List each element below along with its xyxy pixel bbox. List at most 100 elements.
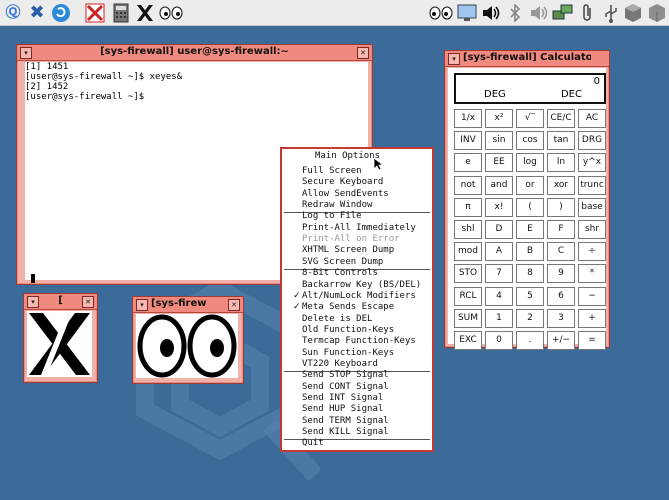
xeyes-tray-icon[interactable] [428, 2, 454, 23]
menu-item-delete-is-del[interactable]: Delete is DEL [302, 314, 372, 324]
q-icon[interactable]: Ⓠ [2, 2, 24, 23]
menu-item-full-screen[interactable]: Full Screen [302, 166, 362, 176]
x-tools-icon[interactable]: ✖ [26, 2, 48, 23]
cube-icon[interactable] [622, 2, 644, 23]
menu-item-termcap-function-keys[interactable]: Termcap Function-Keys [302, 336, 416, 346]
calc-key-9-0[interactable]: SUM [454, 308, 482, 328]
calc-key-0-3[interactable]: CE/C [547, 109, 575, 128]
calc-key-5-0[interactable]: shl [454, 220, 482, 239]
calculator-window[interactable]: ▾ [sys-firewall] Calculato 0 DEG DEC 1/x… [444, 50, 610, 350]
calc-key-10-3[interactable]: +/− [547, 331, 575, 350]
calc-key-0-1[interactable]: x² [485, 109, 513, 128]
menu-item-secure-keyboard[interactable]: Secure Keyboard [302, 177, 383, 187]
menu-item-old-function-keys[interactable]: Old Function-Keys [302, 325, 394, 335]
calc-key-8-2[interactable]: 5 [516, 286, 544, 306]
calc-key-4-2[interactable]: ( [516, 197, 544, 217]
menu-item-send-int-signal[interactable]: Send INT Signal [302, 393, 383, 403]
bluetooth-icon[interactable] [504, 2, 526, 23]
menu-item-backarrow-key-bs-del[interactable]: Backarrow Key (BS/DEL) [302, 280, 421, 290]
calc-key-5-4[interactable]: shr [578, 220, 606, 239]
calc-key-3-0[interactable]: not [454, 175, 482, 195]
menu-item-sun-function-keys[interactable]: Sun Function-Keys [302, 348, 394, 358]
menu-item-quit[interactable]: Quit [302, 438, 324, 448]
calc-key-7-0[interactable]: STO [454, 264, 482, 284]
close-button[interactable]: ✕ [357, 47, 369, 59]
calc-key-6-4[interactable]: ÷ [578, 242, 606, 262]
calc-key-5-3[interactable]: F [547, 220, 575, 239]
calc-key-9-1[interactable]: 1 [485, 308, 513, 328]
calc-key-3-4[interactable]: trunc [578, 175, 606, 195]
calc-key-0-2[interactable]: √‾ [516, 109, 544, 128]
calc-key-9-3[interactable]: 3 [547, 308, 575, 328]
window-menu-button[interactable]: ▾ [448, 53, 460, 65]
window-menu-button[interactable]: ▾ [27, 296, 39, 308]
close-button[interactable]: ✕ [228, 299, 240, 311]
menu-item-vt220-keyboard[interactable]: VT220 Keyboard [302, 359, 378, 369]
xeyes-titlebar[interactable]: ▾ [sys-firew ✕ [133, 297, 243, 313]
calc-key-4-3[interactable]: ) [547, 197, 575, 217]
calc-key-0-0[interactable]: 1/x [454, 109, 482, 128]
refresh-icon[interactable] [50, 2, 72, 23]
calc-key-8-1[interactable]: 4 [485, 286, 513, 306]
calc-key-7-2[interactable]: 8 [516, 264, 544, 284]
menu-item-alt-numlock-modifiers[interactable]: Alt/NumLock Modifiers [302, 291, 416, 301]
network-icon[interactable] [552, 2, 574, 23]
display-icon[interactable] [456, 2, 478, 23]
xlogo-window[interactable]: ▾ [ ✕ [23, 293, 98, 383]
calc-key-8-0[interactable]: RCL [454, 286, 482, 306]
xlogo-icon[interactable] [134, 2, 156, 23]
calc-key-1-2[interactable]: cos [516, 131, 544, 151]
calc-key-9-4[interactable]: + [578, 308, 606, 328]
menu-item-allow-sendevents[interactable]: Allow SendEvents [302, 189, 389, 199]
calc-key-10-2[interactable]: . [516, 331, 544, 350]
calc-key-10-0[interactable]: EXC [454, 331, 482, 350]
calc-key-4-4[interactable]: base [578, 197, 606, 217]
calc-key-6-3[interactable]: C [547, 242, 575, 262]
speaker-icon[interactable] [528, 2, 550, 23]
calc-key-7-4[interactable]: * [578, 264, 606, 284]
calc-key-4-1[interactable]: x! [485, 197, 513, 217]
calc-key-7-1[interactable]: 7 [485, 264, 513, 284]
calc-key-1-4[interactable]: DRG [578, 131, 606, 151]
menu-item-svg-screen-dump[interactable]: SVG Screen Dump [302, 257, 383, 267]
calc-key-2-2[interactable]: log [516, 153, 544, 173]
menu-item-send-hup-signal[interactable]: Send HUP Signal [302, 404, 383, 414]
terminal-titlebar[interactable]: ▾ [sys-firewall] user@sys-firewall:~ ✕ [17, 45, 372, 61]
menu-item-8-bit-controls[interactable]: 8-Bit Controls [302, 268, 378, 278]
calc-key-1-1[interactable]: sin [485, 131, 513, 151]
menu-item-send-cont-signal[interactable]: Send CONT Signal [302, 382, 389, 392]
calc-key-2-0[interactable]: e [454, 153, 482, 173]
xeyes-window[interactable]: ▾ [sys-firew ✕ [132, 296, 244, 384]
calculator-titlebar[interactable]: ▾ [sys-firewall] Calculato [445, 51, 609, 67]
menu-item-send-term-signal[interactable]: Send TERM Signal [302, 416, 389, 426]
calc-key-6-2[interactable]: B [516, 242, 544, 262]
calc-key-4-0[interactable]: π [454, 197, 482, 217]
calc-key-5-2[interactable]: E [516, 220, 544, 239]
paperclip-icon[interactable] [576, 2, 598, 23]
calc-key-2-3[interactable]: ln [547, 153, 575, 173]
calc-key-8-4[interactable]: − [578, 286, 606, 306]
calc-key-3-1[interactable]: and [485, 175, 513, 195]
menu-item-print-all-immediately[interactable]: Print-All Immediately [302, 223, 416, 233]
menu-item-log-to-file[interactable]: Log to File [302, 211, 362, 221]
calculator-icon[interactable] [110, 2, 132, 23]
xlogo-titlebar[interactable]: ▾ [ ✕ [24, 294, 97, 310]
calc-key-5-1[interactable]: D [485, 220, 513, 239]
close-button[interactable]: ✕ [82, 296, 94, 308]
window-menu-button[interactable]: ▾ [136, 299, 148, 311]
window-menu-button[interactable]: ▾ [20, 47, 32, 59]
calc-key-0-4[interactable]: AC [578, 109, 606, 128]
xterm-x-icon[interactable] [84, 2, 106, 23]
calc-key-8-3[interactable]: 6 [547, 286, 575, 306]
calc-key-10-4[interactable]: = [578, 331, 606, 350]
calc-key-7-3[interactable]: 9 [547, 264, 575, 284]
menu-item-redraw-window[interactable]: Redraw Window [302, 200, 372, 210]
calc-key-3-3[interactable]: xor [547, 175, 575, 195]
calc-key-1-3[interactable]: tan [547, 131, 575, 151]
menu-item-meta-sends-escape[interactable]: Meta Sends Escape [302, 302, 394, 312]
calc-key-10-1[interactable]: 0 [485, 331, 513, 350]
menu-item-send-kill-signal[interactable]: Send KILL Signal [302, 427, 389, 437]
calc-key-6-0[interactable]: mod [454, 242, 482, 262]
calc-key-9-2[interactable]: 2 [516, 308, 544, 328]
usb-icon[interactable] [600, 2, 622, 23]
